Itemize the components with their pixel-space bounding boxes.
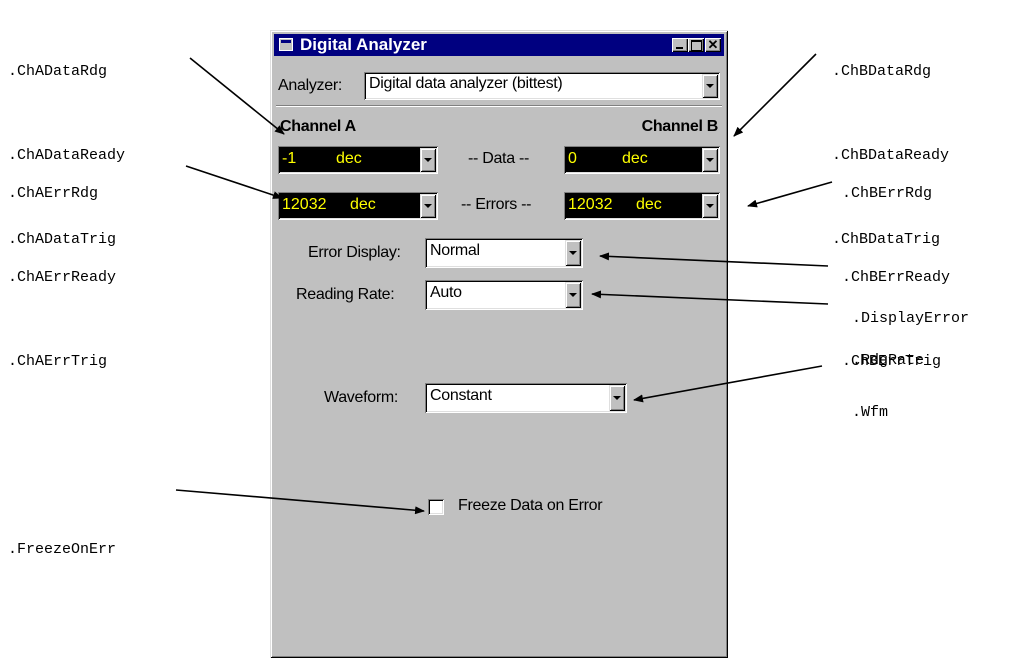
channel-b-errors-unit: dec (636, 196, 662, 213)
reading-rate-label: Reading Rate: (296, 286, 395, 303)
chevron-down-icon[interactable] (702, 74, 718, 98)
arrow-chb-err (747, 181, 833, 208)
channel-a-data-display[interactable]: -1 dec (278, 146, 438, 174)
channel-a-heading: Channel A (280, 118, 356, 135)
annotation-label: .Wfm (852, 404, 889, 421)
channel-a-errors-unit: dec (350, 196, 376, 213)
annotation-label: .ChAErrReady (8, 269, 117, 286)
channel-a-data-value: -1 (282, 150, 297, 167)
channel-b-errors-display[interactable]: 12032 dec (564, 192, 720, 220)
error-display-select[interactable]: Normal (425, 238, 583, 268)
analyzer-label: Analyzer: (278, 77, 342, 94)
error-display-label: Error Display: (308, 244, 401, 261)
arrow-chb-data (733, 53, 817, 137)
chevron-down-icon[interactable] (609, 385, 625, 411)
annotation-freeze: .FreezeOnErr (8, 480, 116, 592)
channel-a-errors-display[interactable]: 12032 dec (278, 192, 438, 220)
annotation-label: .FreezeOnErr (8, 541, 117, 558)
annotation-label: .ChADataRdg (8, 63, 108, 80)
annotation-wfm: .Wfm (852, 343, 888, 455)
minimize-button[interactable] (672, 38, 688, 52)
window-icon[interactable] (279, 38, 293, 51)
waveform-value: Constant (430, 387, 492, 404)
annotation-label: .ChBErrRdg (842, 185, 933, 202)
annotation-cha-err: .ChAErrRdg .ChAErrReady .ChAErrTrig (8, 124, 116, 404)
chevron-down-icon[interactable] (420, 148, 436, 172)
channel-a-errors-value: 12032 (282, 196, 327, 213)
analyzer-select-value: Digital data analyzer (bittest) (369, 75, 563, 92)
annotation-label: .ChBDataRdg (832, 63, 932, 80)
chevron-down-icon[interactable] (565, 282, 581, 308)
reading-rate-select[interactable]: Auto (425, 280, 583, 310)
maximize-button[interactable] (688, 38, 704, 52)
channel-b-data-value: 0 (568, 150, 577, 167)
reading-rate-value: Auto (430, 284, 462, 301)
annotation-label: .ChAErrRdg (8, 185, 99, 202)
channel-b-errors-value: 12032 (568, 196, 613, 213)
channel-b-heading: Channel B (641, 118, 719, 135)
freeze-on-error-checkbox[interactable] (428, 499, 444, 515)
divider (276, 105, 722, 107)
minimize-icon (676, 47, 683, 49)
arrow-cha-err (185, 165, 283, 199)
close-icon: ✕ (707, 37, 719, 52)
error-display-value: Normal (430, 242, 480, 259)
waveform-label: Waveform: (324, 389, 399, 406)
chevron-down-icon[interactable] (702, 194, 718, 218)
window-title: Digital Analyzer (300, 35, 427, 54)
channel-b-data-unit: dec (622, 150, 648, 167)
digital-analyzer-window: Digital Analyzer ✕ Analyzer: Digital dat… (270, 30, 728, 658)
waveform-select[interactable]: Constant (425, 383, 627, 413)
annotation-label: .ChAErrTrig (8, 353, 108, 370)
freeze-on-error-label[interactable]: Freeze Data on Error (458, 497, 603, 515)
maximize-icon (691, 40, 702, 51)
chevron-down-icon[interactable] (702, 148, 718, 172)
errors-row-label: -- Errors -- (461, 196, 532, 213)
analyzer-select[interactable]: Digital data analyzer (bittest) (364, 72, 720, 100)
chevron-down-icon[interactable] (420, 194, 436, 218)
chevron-down-icon[interactable] (565, 240, 581, 266)
channel-b-data-display[interactable]: 0 dec (564, 146, 720, 174)
close-button[interactable]: ✕ (705, 37, 721, 52)
title-bar[interactable]: Digital Analyzer ✕ (274, 34, 724, 56)
channel-a-data-unit: dec (336, 150, 362, 167)
data-row-label: -- Data -- (468, 150, 530, 167)
